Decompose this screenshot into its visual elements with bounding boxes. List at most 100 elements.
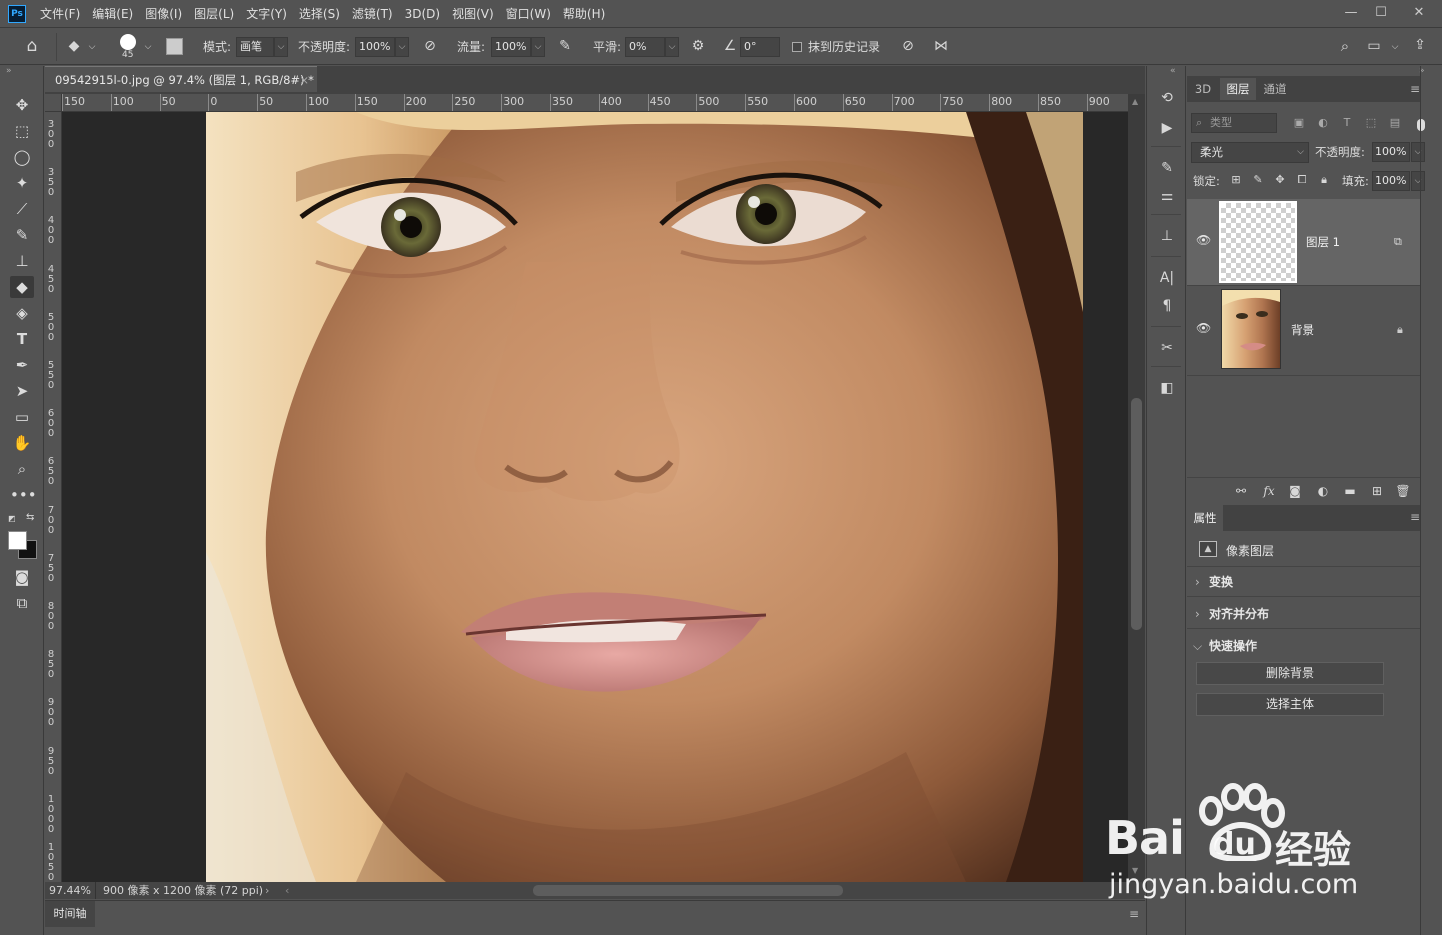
menu-image[interactable]: 图像(I)	[139, 0, 188, 28]
timeline-menu-icon[interactable]: ≡	[1129, 907, 1139, 921]
quick-mask-icon[interactable]: ◙	[10, 566, 34, 588]
swap-colors-icon[interactable]: ⇆	[26, 512, 34, 523]
hand-tool-icon[interactable]: ✋	[10, 432, 34, 454]
section-align-distribute[interactable]: › 对齐并分布	[1187, 599, 1421, 629]
flow-chevron-icon[interactable]: ⌵	[531, 37, 545, 57]
brush-chevron-icon[interactable]: ⌵	[142, 39, 154, 55]
pen-tool-icon[interactable]: ✒	[10, 354, 34, 376]
brush-tool-icon[interactable]: ✎	[10, 224, 34, 246]
stamp-tool-icon[interactable]: ⊥	[10, 250, 34, 272]
search-icon[interactable]: ⌕	[1335, 38, 1355, 54]
airbrush-icon[interactable]: ✎	[555, 38, 575, 54]
brush-settings-icon[interactable]	[166, 38, 183, 55]
new-group-icon[interactable]: ▬	[1342, 483, 1358, 499]
history-panel-icon[interactable]: ⟲	[1156, 90, 1178, 106]
timeline-tab[interactable]: 时间轴	[45, 901, 95, 927]
menu-window[interactable]: 窗口(W)	[500, 0, 557, 28]
fill-input[interactable]: 100%	[1372, 171, 1410, 191]
new-layer-icon[interactable]: ⊞	[1369, 483, 1385, 499]
ruler-origin[interactable]	[45, 94, 62, 112]
type-tool-icon[interactable]: T	[10, 328, 34, 350]
rectangle-tool-icon[interactable]: ▭	[10, 406, 34, 428]
filter-pixel-icon[interactable]: ▣	[1291, 115, 1307, 131]
move-tool-icon[interactable]: ✥	[10, 94, 34, 116]
visibility-eye-icon[interactable]: 👁︎	[1196, 321, 1211, 335]
mode-select[interactable]: 画笔	[236, 37, 274, 57]
layer1-name[interactable]: 图层 1	[1306, 234, 1340, 250]
tool-presets-panel-icon[interactable]: ✂	[1156, 340, 1178, 356]
workspace-icon[interactable]: ▭	[1364, 38, 1384, 54]
menu-view[interactable]: 视图(V)	[446, 0, 500, 28]
scroll-left-icon[interactable]: ‹	[285, 882, 289, 899]
tab-3d[interactable]: 3D	[1187, 78, 1219, 100]
path-select-tool-icon[interactable]: ➤	[10, 380, 34, 402]
close-tab-icon[interactable]: ×	[299, 67, 309, 93]
symmetry-icon[interactable]: ⋈	[930, 38, 952, 54]
vertical-scroll-thumb[interactable]	[1131, 398, 1142, 630]
layer1-thumbnail[interactable]	[1219, 201, 1297, 283]
smoothing-input[interactable]: 0%	[625, 37, 665, 57]
canvas-area[interactable]	[62, 112, 1128, 882]
fx-icon[interactable]: fx	[1260, 483, 1278, 499]
lock-artboard-icon[interactable]: ⧠	[1295, 172, 1309, 188]
layer-filter-select[interactable]: ⌕ 类型	[1191, 113, 1277, 133]
lasso-tool-icon[interactable]: ◯	[10, 146, 34, 168]
gear-icon[interactable]: ⚙	[688, 38, 708, 54]
pressure-opacity-icon[interactable]: ⊘	[420, 38, 440, 54]
smoothing-chevron-icon[interactable]: ⌵	[665, 37, 679, 57]
delete-layer-icon[interactable]: 🗑︎	[1395, 483, 1411, 499]
brush-settings-panel-icon[interactable]: ✎	[1156, 160, 1178, 176]
layers-menu-icon[interactable]: ≡	[1410, 82, 1420, 96]
layer-opacity-input[interactable]: 100%	[1372, 142, 1410, 162]
flow-input[interactable]: 100%	[491, 37, 531, 57]
zoom-level[interactable]: 97.44%	[49, 882, 91, 899]
angle-input[interactable]: 0°	[740, 37, 780, 57]
link-layers-icon[interactable]: ⚯	[1233, 483, 1249, 499]
share-icon[interactable]: ⇪	[1410, 37, 1430, 53]
character-panel-icon[interactable]: A|	[1156, 270, 1178, 286]
eyedropper-tool-icon[interactable]: ⟋	[10, 198, 34, 220]
menu-help[interactable]: 帮助(H)	[557, 0, 611, 28]
filter-toggle-icon[interactable]	[1417, 119, 1425, 131]
section-transform[interactable]: › 变换	[1187, 567, 1421, 597]
libraries-panel-icon[interactable]: ◧	[1156, 380, 1178, 396]
more-tools-icon[interactable]: •••	[10, 484, 37, 506]
gradient-tool-icon[interactable]: ◈	[10, 302, 34, 324]
menu-filter[interactable]: 滤镜(T)	[346, 0, 399, 28]
workspace-chevron-icon[interactable]: ⌵	[1389, 39, 1401, 55]
magic-wand-tool-icon[interactable]: ✦	[10, 172, 34, 194]
remove-background-button[interactable]: 删除背景	[1196, 662, 1384, 685]
menu-type[interactable]: 文字(Y)	[240, 0, 293, 28]
filter-adjustment-icon[interactable]: ◐	[1315, 115, 1331, 131]
maximize-button[interactable]: ☐	[1366, 2, 1396, 22]
pressure-size-icon[interactable]: ⊘	[898, 38, 918, 54]
menu-edit[interactable]: 编辑(E)	[86, 0, 139, 28]
eraser-tool-icon[interactable]: ◆	[10, 276, 34, 298]
marquee-tool-icon[interactable]: ⬚	[10, 120, 34, 142]
close-window-button[interactable]: ✕	[1396, 2, 1442, 22]
collapse-dock-icon[interactable]: «	[1170, 66, 1176, 76]
fill-chevron-icon[interactable]: ⌵	[1411, 171, 1425, 191]
adjustment-layer-icon[interactable]: ◐	[1315, 483, 1331, 499]
blend-mode-select[interactable]: 柔光 ⌵	[1191, 142, 1309, 163]
vertical-scrollbar[interactable]: ▲ ▼	[1128, 94, 1145, 882]
menu-select[interactable]: 选择(S)	[293, 0, 346, 28]
brush-preview-icon[interactable]	[120, 34, 136, 50]
filter-shape-icon[interactable]: ⬚	[1363, 115, 1379, 131]
menu-layer[interactable]: 图层(L)	[188, 0, 240, 28]
mode-chevron-icon[interactable]: ⌵	[274, 37, 288, 57]
default-colors-icon[interactable]: ◩	[8, 514, 18, 524]
layer-opacity-chevron-icon[interactable]: ⌵	[1411, 142, 1425, 162]
lock-transparent-icon[interactable]: ⊞	[1229, 172, 1243, 188]
lock-all-icon[interactable]: 🔒︎	[1317, 172, 1331, 188]
tab-layers[interactable]: 图层	[1220, 78, 1256, 100]
opacity-input[interactable]: 100%	[355, 37, 395, 57]
screen-mode-icon[interactable]: ⧉	[10, 592, 34, 614]
horizontal-scroll-thumb[interactable]	[533, 885, 843, 896]
actions-panel-icon[interactable]: ▶	[1156, 120, 1178, 136]
status-expand-icon[interactable]: ›	[265, 882, 269, 899]
collapse-tools-icon[interactable]: »	[6, 66, 12, 76]
properties-menu-icon[interactable]: ≡	[1410, 510, 1420, 524]
scroll-up-icon[interactable]: ▲	[1132, 97, 1138, 106]
paragraph-panel-icon[interactable]: ¶	[1156, 298, 1178, 314]
